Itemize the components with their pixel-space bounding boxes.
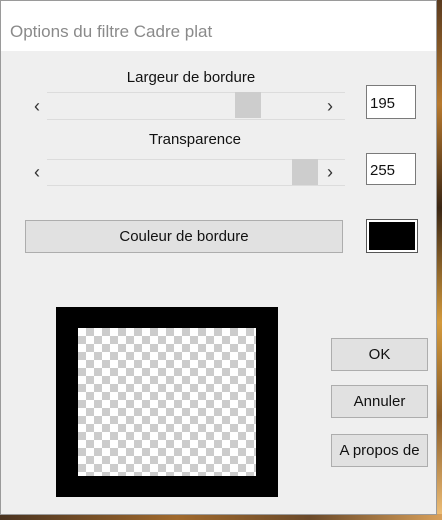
- transparency-increase-arrow-icon[interactable]: ›: [322, 162, 338, 182]
- filter-options-dialog: Options du filtre Cadre plat Largeur de …: [0, 0, 437, 515]
- frame-preview: [56, 307, 278, 497]
- window-title: Options du filtre Cadre plat: [10, 22, 213, 41]
- border-color-swatch[interactable]: [366, 219, 418, 253]
- border-width-track-top: [47, 92, 345, 93]
- about-button[interactable]: A propos de: [331, 434, 428, 467]
- border-color-button[interactable]: Couleur de bordure: [25, 220, 343, 253]
- border-width-decrease-arrow-icon[interactable]: ‹: [29, 96, 45, 116]
- transparency-input[interactable]: [366, 153, 416, 185]
- title-bar[interactable]: Options du filtre Cadre plat: [1, 1, 436, 51]
- border-width-slider-thumb[interactable]: [235, 92, 261, 118]
- border-width-increase-arrow-icon[interactable]: ›: [322, 96, 338, 116]
- border-width-label: Largeur de bordure: [126, 69, 256, 86]
- border-width-track-bottom: [47, 119, 345, 120]
- ok-button[interactable]: OK: [331, 338, 428, 371]
- transparency-track-bottom: [47, 185, 345, 186]
- cancel-button[interactable]: Annuler: [331, 385, 428, 418]
- transparent-checkerboard-preview: [78, 328, 256, 476]
- transparency-label: Transparence: [149, 131, 241, 148]
- border-width-input[interactable]: [366, 85, 416, 119]
- transparency-decrease-arrow-icon[interactable]: ‹: [29, 162, 45, 182]
- transparency-slider-thumb[interactable]: [292, 159, 318, 185]
- border-color-swatch-fill: [369, 222, 415, 250]
